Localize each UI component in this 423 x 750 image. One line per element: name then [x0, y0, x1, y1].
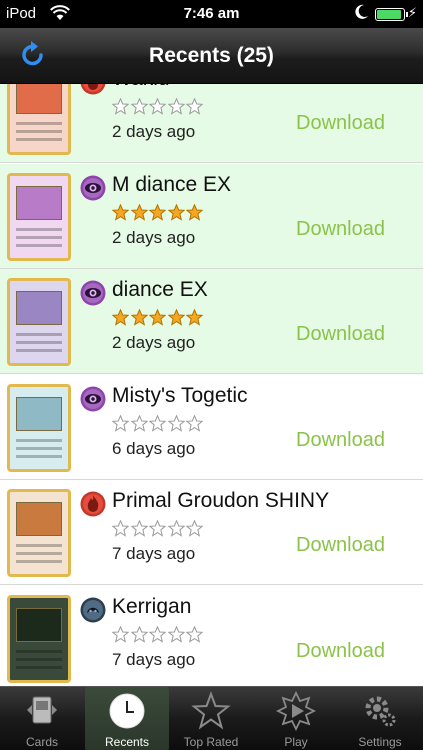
- download-button[interactable]: Download: [296, 323, 385, 346]
- charging-bolt-icon: ⚡: [407, 5, 417, 20]
- star-empty-icon: [130, 98, 150, 119]
- star-empty-icon: [112, 625, 131, 647]
- star-filled-icon: [186, 309, 205, 330]
- clock-icon: [107, 691, 147, 731]
- upload-time: 7 days ago: [112, 649, 196, 669]
- psychic-type-icon: [80, 280, 106, 306]
- play-icon: [275, 690, 317, 732]
- fire-type-icon: [80, 491, 106, 517]
- psychic-type-icon: [80, 175, 106, 201]
- download-button[interactable]: Download: [296, 112, 385, 135]
- star-empty-icon: [130, 414, 150, 436]
- star-rating: [112, 625, 205, 647]
- navigation-bar: Recents (25): [0, 28, 423, 84]
- tab-label: Play: [284, 735, 308, 749]
- star-rating: [112, 98, 205, 116]
- star-empty-icon: [149, 520, 168, 541]
- card-thumbnail[interactable]: [7, 84, 71, 155]
- star-empty-icon: [149, 625, 168, 647]
- upload-time: 6 days ago: [112, 438, 196, 458]
- card-row[interactable]: diance EX 2 days ago Download: [0, 269, 423, 374]
- star-filled-icon: [167, 309, 187, 330]
- recents-list[interactable]: Waklu 2 days ago Download M diance EX 2 days…: [0, 84, 423, 686]
- fire-type-icon: [80, 84, 106, 95]
- upload-time: 2 days ago: [112, 333, 196, 352]
- star-empty-icon: [167, 414, 187, 436]
- star-empty-icon: [186, 625, 205, 647]
- card-row[interactable]: Kerrigan 7 days ago Download: [0, 586, 423, 687]
- tab-label: Cards: [25, 735, 58, 749]
- card-name: diance EX: [112, 278, 208, 301]
- tab-recents[interactable]: Recents: [85, 687, 169, 750]
- star-empty-icon: [186, 414, 205, 436]
- star-empty-icon: [112, 520, 131, 541]
- card-thumbnail[interactable]: [7, 594, 71, 683]
- tab-play[interactable]: Play: [254, 687, 338, 750]
- star-empty-icon: [149, 414, 168, 436]
- star-filled-icon: [186, 203, 205, 225]
- card-row[interactable]: Waklu 2 days ago Download: [0, 84, 423, 163]
- card-thumbnail[interactable]: [7, 489, 71, 577]
- star-icon: [191, 691, 231, 731]
- gear-icon: [360, 691, 400, 731]
- star-filled-icon: [149, 309, 168, 330]
- upload-time: 7 days ago: [112, 544, 196, 563]
- download-button[interactable]: Download: [296, 218, 385, 241]
- star-empty-icon: [186, 520, 205, 541]
- download-button[interactable]: Download: [296, 640, 385, 663]
- download-button[interactable]: Download: [296, 429, 385, 452]
- tab-bar: Cards Recents Top Rated Play Settings: [0, 686, 423, 750]
- cards-icon: [22, 691, 62, 731]
- psychic-type-icon: [80, 386, 106, 412]
- star-empty-icon: [167, 625, 187, 647]
- dark-type-icon: [80, 597, 106, 623]
- card-name: Primal Groudon SHINY: [112, 489, 330, 512]
- moon-icon: [355, 4, 369, 24]
- star-filled-icon: [167, 203, 187, 225]
- card-row[interactable]: M diance EX 2 days ago Download: [0, 163, 423, 269]
- card-name: Misty's Togetic: [112, 383, 248, 407]
- star-rating: [112, 203, 205, 225]
- tab-label: Settings: [358, 735, 402, 749]
- card-thumbnail[interactable]: [7, 383, 71, 472]
- star-empty-icon: [186, 98, 205, 119]
- card-thumbnail[interactable]: [7, 172, 71, 261]
- star-filled-icon: [130, 309, 150, 330]
- card-row[interactable]: Primal Groudon SHINY 7 days ago Download: [0, 480, 423, 585]
- card-name: M diance EX: [112, 172, 232, 196]
- star-empty-icon: [112, 414, 131, 436]
- star-filled-icon: [112, 309, 131, 330]
- tab-top-rated[interactable]: Top Rated: [169, 687, 253, 750]
- star-empty-icon: [130, 520, 150, 541]
- page-title: Recents (25): [149, 44, 274, 67]
- star-filled-icon: [149, 203, 168, 225]
- tab-settings[interactable]: Settings: [338, 687, 422, 750]
- star-empty-icon: [167, 520, 187, 541]
- upload-time: 2 days ago: [112, 227, 196, 247]
- card-row[interactable]: Misty's Togetic 6 days ago Download: [0, 375, 423, 480]
- star-empty-icon: [149, 98, 168, 119]
- star-filled-icon: [130, 203, 150, 225]
- star-empty-icon: [130, 625, 150, 647]
- star-empty-icon: [167, 98, 187, 119]
- upload-time: 2 days ago: [112, 122, 196, 141]
- card-thumbnail[interactable]: [7, 278, 71, 366]
- star-filled-icon: [112, 203, 131, 225]
- star-rating: [112, 520, 205, 538]
- star-rating: [112, 414, 205, 436]
- tab-label: Recents: [104, 735, 150, 749]
- tab-label: Top Rated: [183, 735, 239, 749]
- download-button[interactable]: Download: [296, 534, 385, 557]
- status-bar: iPod 7:46 am ⚡: [0, 0, 423, 28]
- card-name: Waklu: [112, 84, 170, 91]
- tab-cards[interactable]: Cards: [0, 687, 84, 750]
- card-name: Kerrigan: [112, 594, 192, 618]
- star-rating: [112, 309, 205, 327]
- star-empty-icon: [112, 98, 131, 119]
- battery-icon: [375, 8, 408, 21]
